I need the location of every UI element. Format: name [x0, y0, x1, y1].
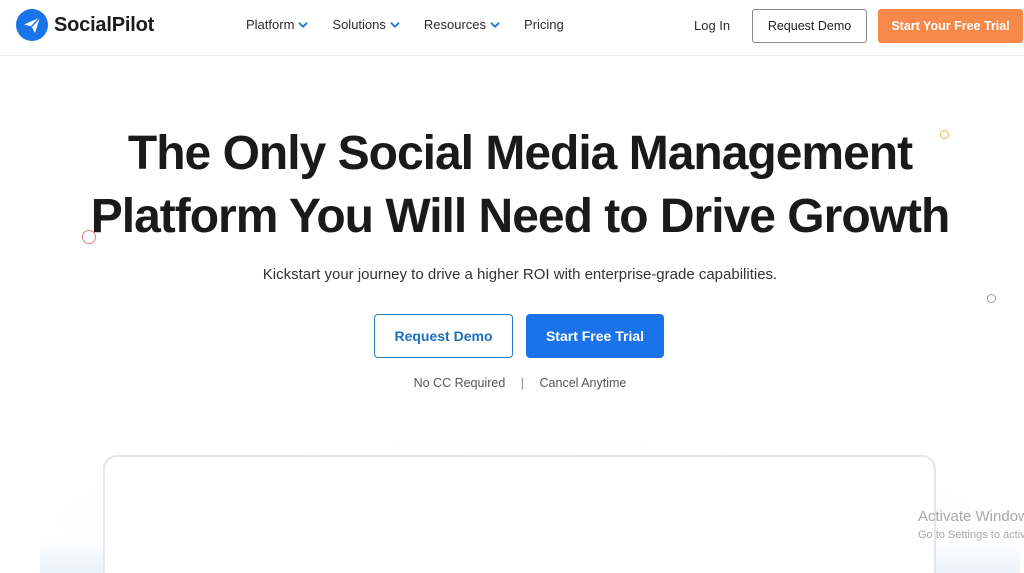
hero-request-demo-button[interactable]: Request Demo	[374, 314, 513, 358]
note-cancel: Cancel Anytime	[539, 376, 627, 390]
note-separator: |	[520, 376, 525, 390]
chevron-down-icon	[490, 21, 500, 28]
hero-title-line: Platform You Will Need to Drive Growth	[90, 190, 951, 243]
nav-item-label: Pricing	[524, 17, 564, 32]
decorative-circle	[987, 294, 996, 303]
main-nav: Platform Solutions Resources Pricing	[246, 17, 588, 32]
free-trial-button[interactable]: Start Your Free Trial	[878, 9, 1023, 43]
nav-item-pricing[interactable]: Pricing	[524, 17, 564, 32]
login-link[interactable]: Log In	[694, 18, 730, 33]
paper-plane-icon	[16, 9, 48, 41]
preview-shade	[40, 540, 110, 573]
note-no-cc: No CC Required	[413, 376, 506, 390]
hero-notes: No CC Required | Cancel Anytime	[0, 376, 1024, 390]
activate-windows-watermark: Activate Windows Go to Settings to activ…	[918, 508, 1024, 541]
brand-name: SocialPilot	[54, 13, 155, 36]
nav-item-platform[interactable]: Platform	[246, 17, 308, 32]
product-preview-frame	[103, 455, 936, 573]
hero-title-line: The Only Social Media Management	[127, 127, 913, 180]
request-demo-button[interactable]: Request Demo	[752, 9, 867, 43]
nav-item-label: Resources	[423, 17, 487, 32]
nav-item-label: Platform	[246, 17, 295, 32]
nav-item-resources[interactable]: Resources	[424, 17, 500, 32]
chevron-down-icon	[390, 21, 400, 28]
hero-subtitle: Kickstart your journey to drive a higher…	[262, 266, 778, 283]
preview-shade	[930, 540, 1020, 573]
chevron-down-icon	[299, 21, 308, 28]
nav-item-solutions[interactable]: Solutions	[332, 17, 400, 32]
page: SocialPilot Platform Solutions Resources…	[0, 0, 1024, 573]
site-header: SocialPilot Platform Solutions Resources…	[0, 0, 1024, 56]
hero-start-trial-button[interactable]: Start Free Trial	[526, 314, 664, 358]
watermark-title: Activate Windows	[918, 508, 1024, 525]
hero-title: The Only Social Media Management Platfor…	[40, 122, 1000, 248]
watermark-subtitle: Go to Settings to activate Windows.	[918, 529, 1024, 541]
nav-item-label: Solutions	[332, 17, 386, 32]
brand-logo[interactable]: SocialPilot	[16, 9, 154, 41]
